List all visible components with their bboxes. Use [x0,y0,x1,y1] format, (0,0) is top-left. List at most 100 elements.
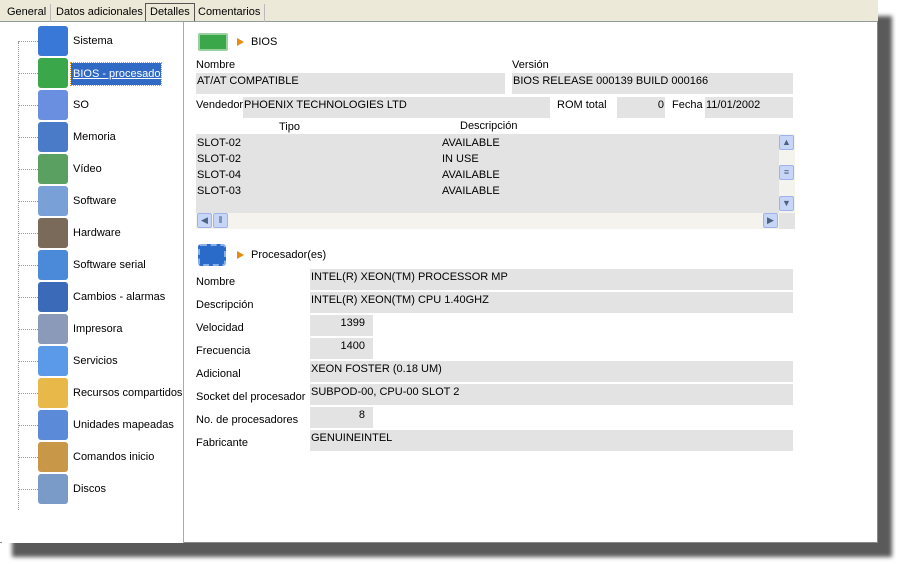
tree-item-sistema[interactable]: Sistema [18,26,184,56]
tree-item-label: Sistema [73,35,113,47]
memory-icon [38,122,68,152]
cpu-field-label: Descripción [196,299,254,311]
column-header-tipo[interactable]: Tipo [279,121,300,133]
tree-item-label: Discos [73,483,107,495]
tree-connector [18,393,38,394]
hardware-icon [38,218,68,248]
tree-item-comandos-inicio[interactable]: Comandos inicio [18,442,184,472]
cell-descripcion: AVAILABLE [442,185,500,197]
video-icon [38,154,68,184]
software-icon [38,186,68,216]
cpu-field-value: XEON FOSTER (0.18 UM) [310,361,793,382]
scroll-thumb-vertical[interactable]: ≡ [779,165,794,180]
slots-table: SLOT-02 AVAILABLE SLOT-02 IN USE SLOT-04 AVAI… [196,134,795,229]
tree-item-software[interactable]: Software [18,186,184,216]
cpu-field-value: GENUINEINTEL [310,430,793,451]
tree-item-discos[interactable]: Discos [18,474,184,504]
cpu-field-value: 1399 [310,315,373,336]
cpu-field-label: Velocidad [196,322,244,334]
cpu-field-value: SUBPOD-00, CPU-00 SLOT 2 [310,384,793,405]
bios-vendedor-field: PHOENIX TECHNOLOGIES LTD [243,97,550,118]
cell-tipo: SLOT-02 [197,137,242,149]
tree-connector [18,233,38,234]
mapped-drive-icon [38,410,68,440]
bios-arrow-icon [237,38,244,46]
serial-icon [38,250,68,280]
processor-arrow-icon [237,251,244,259]
tree-item-cambios-alarmas[interactable]: Cambios - alarmas [18,282,184,312]
cell-tipo: SLOT-04 [197,169,242,181]
cpu-field-value: INTEL(R) XEON(TM) PROCESSOR MP [310,269,793,290]
processor-section-title: Procesador(es) [251,249,327,261]
scroll-left-button[interactable]: ◀ [197,213,212,228]
tree-item-label: Software serial [73,259,146,271]
cell-tipo: SLOT-03 [197,185,242,197]
startup-icon [38,442,68,472]
bios-icon [198,33,228,51]
vertical-scrollbar[interactable]: ▲ ≡ ▼ [779,134,795,213]
tree-item-bios-procesador[interactable]: BIOS - procesador [18,58,184,88]
tree-item-label: Vídeo [73,163,102,175]
tree-connector [18,73,38,74]
bios-nombre-label: Nombre [196,59,236,71]
bios-rom-field: 0 [617,97,665,118]
tree-item-hardware[interactable]: Hardware [18,218,184,248]
bios-fecha-label: Fecha [672,99,703,111]
cpu-field-label: Frecuencia [196,345,251,357]
tree-item-label: Cambios - alarmas [73,291,166,303]
bios-fecha-field: 11/01/2002 [705,97,793,118]
os-icon [38,90,68,120]
printer-icon [38,314,68,344]
bios-version-field: BIOS RELEASE 000139 BUILD 000166 [512,73,793,94]
alarm-icon [38,282,68,312]
column-header-descripcion[interactable]: Descripción [460,120,517,132]
scroll-up-button[interactable]: ▲ [779,135,794,150]
category-tree: Sistema BIOS - procesador SO Memoria Vídeo So… [2,22,184,543]
tree-item-vídeo[interactable]: Vídeo [18,154,184,184]
cpu-field-value: 8 [310,407,373,428]
cpu-field-label: Socket del procesador [196,391,306,403]
tree-connector [18,489,38,490]
tree-item-impresora[interactable]: Impresora [18,314,184,344]
cell-tipo: SLOT-02 [197,153,242,165]
tree-item-label: SO [73,99,89,111]
tab-comentarios[interactable]: Comentarios [194,4,266,22]
gears-icon [38,346,68,376]
tree-item-memoria[interactable]: Memoria [18,122,184,152]
bios-rom-label: ROM total [557,99,607,111]
tab-bar: General Datos adicionales Detalles Comen… [0,0,878,22]
horizontal-scrollbar[interactable]: ◀ ⦀ ▶ [196,213,779,229]
tree-connector [18,137,38,138]
tree-item-label: Impresora [73,323,123,335]
tree-item-recursos-compartidos[interactable]: Recursos compartidos [18,378,184,408]
cell-descripcion: AVAILABLE [442,169,500,181]
tab-datos-adicionales[interactable]: Datos adicionales [52,4,148,22]
tree-item-label: BIOS - procesador [70,62,164,86]
tree-item-so[interactable]: SO [18,90,184,120]
tree-connector [18,297,38,298]
tree-item-label: Unidades mapeadas [73,419,174,431]
tree-item-label: Software [73,195,117,207]
tab-detalles[interactable]: Detalles [145,3,195,21]
scroll-down-button[interactable]: ▼ [779,196,794,211]
scroll-right-button[interactable]: ▶ [763,213,778,228]
tab-general[interactable]: General [3,4,52,22]
cell-descripcion: AVAILABLE [442,137,500,149]
cpu-field-label: No. de procesadores [196,414,299,426]
details-window: General Datos adicionales Detalles Comen… [0,0,878,543]
tree-item-software-serial[interactable]: Software serial [18,250,184,280]
tree-item-label: Comandos inicio [73,451,155,463]
tree-item-label: Hardware [73,227,121,239]
tree-connector [18,329,38,330]
bios-section-title: BIOS [251,36,278,48]
tree-connector [18,169,38,170]
shared-folder-icon [38,378,68,408]
tree-item-unidades-mapeadas[interactable]: Unidades mapeadas [18,410,184,440]
tree-item-label: Memoria [73,131,116,143]
tree-item-servicios[interactable]: Servicios [18,346,184,376]
scroll-thumb-horizontal[interactable]: ⦀ [213,213,228,228]
tree-item-label: Servicios [73,355,118,367]
monitor-icon [38,26,68,56]
tree-connector [18,105,38,106]
cpu-field-label: Fabricante [196,437,248,449]
